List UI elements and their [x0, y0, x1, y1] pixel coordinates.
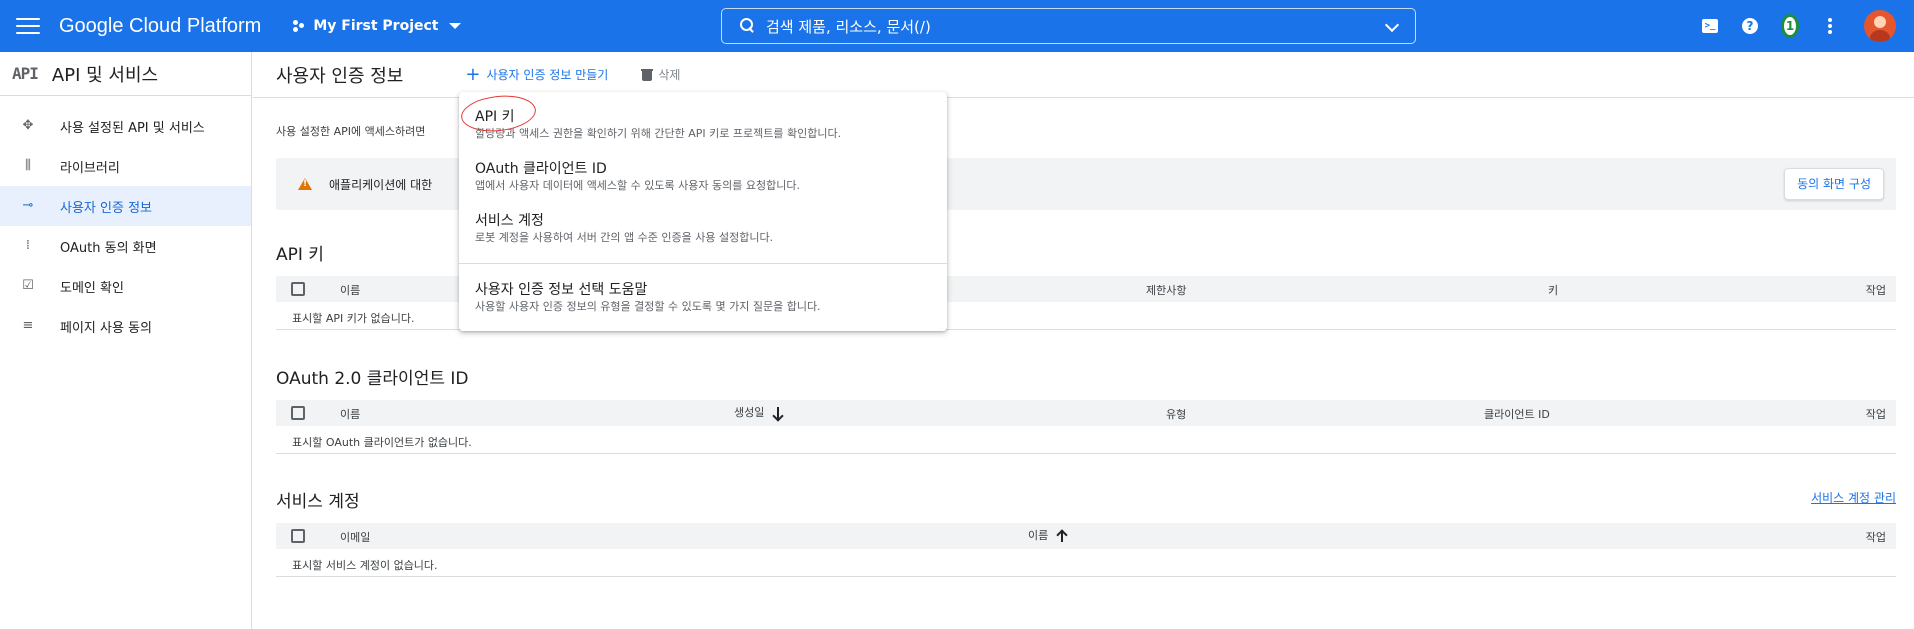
notification-badge: 1: [1781, 14, 1799, 38]
menu-item-help-me-choose[interactable]: 사용자 인증 정보 선택 도움말 사용할 사용자 인증 정보의 유형을 결정할 …: [459, 279, 947, 315]
create-credentials-menu: API 키 할당량과 액세스 권한을 확인하기 위해 간단한 API 키로 프로…: [459, 92, 947, 331]
sidebar-item-library[interactable]: ⫼ 라이브러리: [0, 146, 251, 186]
column-header-name[interactable]: 이름: [1028, 527, 1068, 543]
more-options-button[interactable]: [1821, 17, 1839, 35]
cloud-shell-button[interactable]: >_: [1701, 17, 1719, 35]
column-header: 작업: [1865, 284, 1886, 297]
column-header-label: 이름: [1028, 529, 1049, 542]
brand-title[interactable]: Google Cloud Platform: [59, 15, 261, 38]
empty-message: 표시할 API 키가 없습니다.: [292, 312, 415, 325]
top-app-bar: Google Cloud Platform My First Project 검…: [0, 0, 1914, 52]
sidebar: API API 및 서비스 ✥ 사용 설정된 API 및 서비스 ⫼ 라이브러리…: [0, 52, 252, 629]
notice-text: 애플리케이션에 대한: [329, 177, 433, 192]
terminal-icon: >_: [1702, 19, 1718, 33]
hamburger-menu-icon[interactable]: [16, 18, 40, 34]
service-accounts-table: 이메일 이름 작업 표시할 서비스 계정이 없습니다.: [276, 523, 1896, 577]
avatar[interactable]: [1864, 10, 1896, 42]
help-button[interactable]: ?: [1741, 17, 1759, 35]
arrow-downward-icon: [772, 407, 784, 419]
empty-message: 표시할 OAuth 클라이언트가 없습니다.: [292, 436, 472, 449]
column-header[interactable]: 이름: [340, 282, 360, 298]
api-logo-icon: API: [12, 64, 39, 83]
oauth-title: OAuth 2.0 클라이언트 ID: [276, 369, 469, 389]
delete-label: 삭제: [658, 68, 681, 82]
oauth-table: 이름 생성일 유형 클라이언트 ID 작업 표시할 OAuth 클라이언트가 없…: [276, 400, 1896, 454]
sidebar-header: API API 및 서비스: [0, 52, 251, 96]
sidebar-item-label: OAuth 동의 화면: [60, 240, 157, 256]
project-icon: [293, 20, 305, 32]
menu-item-description: 앱에서 사용자 데이터에 액세스할 수 있도록 사용자 동의를 요청합니다.: [475, 179, 800, 192]
column-header[interactable]: 클라이언트 ID: [1484, 406, 1550, 422]
consent-icon: ⁞: [25, 238, 31, 253]
column-header: 작업: [1865, 408, 1886, 421]
empty-message: 표시할 서비스 계정이 없습니다.: [292, 559, 438, 572]
page-usage-icon: ≡: [22, 318, 34, 333]
delete-button[interactable]: 삭제: [641, 66, 681, 83]
trash-icon: [641, 68, 654, 81]
sidebar-item-label: 사용자 인증 정보: [60, 200, 152, 216]
arrow-upward-icon: [1056, 530, 1068, 542]
select-all-checkbox[interactable]: [291, 282, 305, 296]
api-hub-icon: ✥: [22, 118, 34, 133]
menu-divider: [459, 263, 947, 264]
create-credentials-button[interactable]: + 사용자 인증 정보 만들기: [465, 63, 609, 85]
search-expand-icon[interactable]: [1384, 17, 1400, 33]
empty-row: 표시할 OAuth 클라이언트가 없습니다.: [276, 426, 1896, 454]
api-keys-title: API 키: [276, 245, 324, 265]
menu-item-description: 사용할 사용자 인증 정보의 유형을 결정할 수 있도록 몇 가지 질문을 합니…: [475, 300, 821, 313]
sidebar-item-page-usage[interactable]: ≡ 페이지 사용 동의: [0, 306, 251, 346]
sidebar-item-oauth-consent[interactable]: ⁞ OAuth 동의 화면: [0, 226, 251, 266]
column-header[interactable]: 이름: [340, 406, 360, 422]
project-selector[interactable]: My First Project: [293, 18, 461, 34]
sidebar-title: API 및 서비스: [51, 64, 159, 86]
more-vert-icon: [1828, 18, 1832, 34]
service-accounts-title: 서비스 계정: [276, 492, 360, 512]
sidebar-item-label: 라이브러리: [60, 160, 120, 176]
sidebar-item-label: 도메인 확인: [60, 280, 124, 296]
plus-icon: +: [465, 63, 481, 85]
column-header[interactable]: 키: [1548, 282, 1558, 298]
menu-item-oauth-client[interactable]: OAuth 클라이언트 ID 앱에서 사용자 데이터에 액세스할 수 있도록 사…: [459, 158, 947, 194]
library-icon: ⫼: [25, 158, 31, 173]
domain-check-icon: ☑: [22, 278, 34, 293]
column-header[interactable]: 제한사항: [1146, 282, 1186, 298]
warning-icon: [298, 178, 312, 190]
sidebar-item-credentials[interactable]: ⊸ 사용자 인증 정보: [0, 186, 251, 226]
help-icon: ?: [1742, 18, 1758, 34]
select-all-checkbox[interactable]: [291, 529, 305, 543]
column-header: 작업: [1865, 531, 1886, 544]
project-name: My First Project: [313, 18, 439, 34]
search-icon: [740, 18, 756, 34]
table-header: 이름 생성일 유형 클라이언트 ID 작업: [276, 400, 1896, 426]
manage-service-accounts-link[interactable]: 서비스 계정 관리: [1811, 489, 1896, 506]
key-icon: ⊸: [22, 198, 34, 213]
sidebar-item-label: 페이지 사용 동의: [60, 320, 152, 336]
chevron-down-icon: [448, 23, 461, 29]
notifications-button[interactable]: 1: [1781, 14, 1799, 38]
menu-item-service-account[interactable]: 서비스 계정 로봇 계정을 사용하여 서버 간의 앱 수준 인증을 사용 설정합…: [459, 210, 947, 246]
menu-item-title: OAuth 클라이언트 ID: [475, 161, 607, 177]
sidebar-item-label: 사용 설정된 API 및 서비스: [60, 120, 205, 136]
select-all-checkbox[interactable]: [291, 406, 305, 420]
column-header[interactable]: 이메일: [340, 529, 370, 545]
search-placeholder: 검색 제품, 리소스, 문서(/): [766, 17, 931, 36]
menu-item-title: API 키: [475, 109, 515, 125]
menu-item-description: 할당량과 액세스 권한을 확인하기 위해 간단한 API 키로 프로젝트를 확인…: [475, 127, 842, 140]
menu-item-api-key[interactable]: API 키 할당량과 액세스 권한을 확인하기 위해 간단한 API 키로 프로…: [459, 106, 947, 142]
search-bar[interactable]: 검색 제품, 리소스, 문서(/): [721, 8, 1416, 44]
sidebar-item-enabled-apis[interactable]: ✥ 사용 설정된 API 및 서비스: [0, 106, 251, 146]
menu-item-title: 사용자 인증 정보 선택 도움말: [475, 282, 648, 298]
page-title: 사용자 인증 정보: [276, 65, 404, 87]
configure-consent-button[interactable]: 동의 화면 구성: [1784, 168, 1884, 200]
intro-text: 사용 설정한 API에 액세스하려면: [276, 125, 426, 138]
empty-row: 표시할 서비스 계정이 없습니다.: [276, 549, 1896, 577]
column-header-label: 생성일: [734, 406, 765, 419]
menu-item-description: 로봇 계정을 사용하여 서버 간의 앱 수준 인증을 사용 설정합니다.: [475, 231, 774, 244]
sidebar-item-domain-verification[interactable]: ☑ 도메인 확인: [0, 266, 251, 306]
column-header-created[interactable]: 생성일: [734, 404, 784, 420]
column-header[interactable]: 유형: [1166, 406, 1186, 422]
table-header: 이메일 이름 작업: [276, 523, 1896, 549]
menu-item-title: 서비스 계정: [475, 213, 544, 229]
create-credentials-label: 사용자 인증 정보 만들기: [486, 68, 609, 82]
